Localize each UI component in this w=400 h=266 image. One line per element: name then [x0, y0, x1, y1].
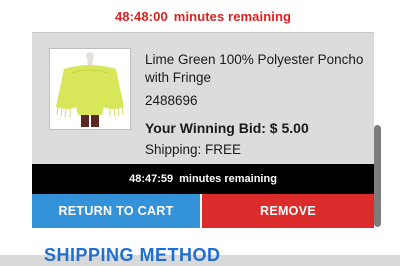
- item-countdown-bar: 48:47:59 minutes remaining: [32, 164, 374, 194]
- cart-panel: 48:48:00 minutes remaining Lime Green 10…: [0, 0, 400, 265]
- shipping-method-heading: SHIPPING METHOD: [44, 245, 221, 265]
- winning-bid: Your Winning Bid: $ 5.00: [145, 120, 309, 136]
- poncho-product-photo: [50, 49, 130, 129]
- item-title[interactable]: Lime Green 100% Polyester Poncho with Fr…: [145, 51, 370, 87]
- top-countdown: 48:48:00 minutes remaining: [32, 0, 374, 32]
- return-to-cart-button[interactable]: RETURN TO CART: [32, 194, 200, 228]
- top-countdown-label: minutes remaining: [173, 8, 292, 24]
- cart-item-card: Lime Green 100% Polyester Poncho with Fr…: [32, 32, 374, 165]
- item-countdown-time: 48:47:59: [129, 173, 174, 185]
- shipping-info: Shipping: FREE: [145, 142, 242, 157]
- item-sku: 2488696: [145, 93, 198, 108]
- item-details: Lime Green 100% Polyester Poncho with Fr…: [145, 51, 370, 157]
- left-gutter: [0, 0, 32, 255]
- item-countdown-label: minutes remaining: [179, 173, 277, 185]
- top-countdown-time: 48:48:00: [114, 8, 168, 24]
- product-thumbnail[interactable]: [49, 48, 131, 130]
- remove-button[interactable]: REMOVE: [202, 194, 374, 228]
- scrollbar-thumb[interactable]: [374, 125, 381, 227]
